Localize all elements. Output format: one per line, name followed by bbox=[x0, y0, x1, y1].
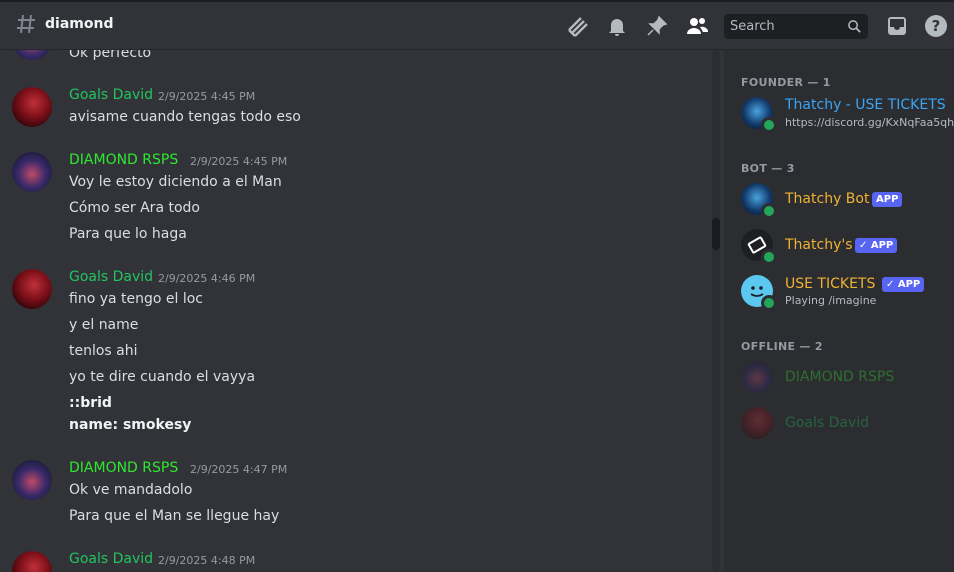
message-author[interactable]: Goals David bbox=[69, 551, 153, 567]
avatar bbox=[741, 361, 773, 393]
message-text: ::brid bbox=[69, 395, 112, 411]
avatar[interactable] bbox=[12, 87, 52, 127]
message-text: fino ya tengo el loc bbox=[69, 291, 204, 307]
help-icon[interactable]: ? bbox=[924, 14, 948, 38]
pin-icon[interactable] bbox=[645, 14, 669, 38]
member-list-icon[interactable] bbox=[685, 14, 709, 38]
message-text: y el name bbox=[69, 317, 139, 333]
message-text: tenlos ahi bbox=[69, 343, 138, 359]
inbox-icon[interactable] bbox=[885, 14, 909, 38]
message-timestamp: 2/9/2025 4:46 PM bbox=[158, 272, 256, 285]
message-author[interactable]: DIAMOND RSPS bbox=[69, 460, 178, 476]
section-header-founder: FOUNDER — 1 bbox=[741, 76, 831, 89]
message-text: Para que el Man se llegue hay bbox=[69, 508, 280, 524]
member-list: FOUNDER — 1 Thatchy - USE TICKETS https:… bbox=[724, 50, 954, 572]
section-header-bot: BOT — 3 bbox=[741, 162, 795, 175]
scrollbar-track[interactable] bbox=[712, 50, 720, 572]
verified-app-badge: ✓ APP bbox=[855, 238, 898, 253]
online-status-icon bbox=[761, 249, 777, 265]
online-status-icon bbox=[761, 117, 777, 133]
avatar bbox=[741, 407, 773, 439]
message-text: Ok ve mandadolo bbox=[69, 482, 193, 498]
section-header-offline: OFFLINE — 2 bbox=[741, 340, 823, 353]
notification-bell-icon[interactable] bbox=[605, 14, 629, 38]
search-box[interactable] bbox=[724, 14, 868, 39]
message-author[interactable]: Goals David bbox=[69, 269, 153, 285]
message-text: avisame cuando tengas todo eso bbox=[69, 109, 301, 125]
member-name: Thatchy Bot bbox=[785, 191, 870, 207]
member-name: Thatchy - USE TICKETS bbox=[785, 97, 946, 113]
avatar[interactable] bbox=[12, 152, 52, 192]
member-name: Goals David bbox=[785, 415, 870, 431]
message-author[interactable]: Goals David bbox=[69, 87, 153, 103]
avatar[interactable] bbox=[12, 551, 52, 572]
member-name: Thatchy's bbox=[785, 237, 853, 253]
avatar[interactable] bbox=[12, 460, 52, 500]
threads-icon[interactable] bbox=[565, 14, 589, 38]
message-timestamp: 2/9/2025 4:48 PM bbox=[158, 554, 256, 567]
message-text: Ok perfecto bbox=[69, 50, 152, 61]
verified-app-badge: ✓ APP bbox=[882, 277, 925, 292]
avatar[interactable] bbox=[12, 50, 52, 60]
search-icon bbox=[848, 20, 861, 33]
online-status-icon bbox=[761, 203, 777, 219]
search-input[interactable] bbox=[724, 14, 854, 39]
message-author[interactable]: DIAMOND RSPS bbox=[69, 152, 178, 168]
message-list[interactable]: Ok perfecto Goals David 2/9/2025 4:45 PM… bbox=[0, 50, 724, 572]
hashtag-icon bbox=[17, 14, 35, 34]
message-text: Para que lo haga bbox=[69, 226, 187, 242]
message-timestamp: 2/9/2025 4:47 PM bbox=[190, 463, 288, 476]
channel-header: diamond ? bbox=[0, 0, 954, 50]
avatar[interactable] bbox=[12, 269, 52, 309]
message-timestamp: 2/9/2025 4:45 PM bbox=[158, 90, 256, 103]
message-text: Cómo ser Ara todo bbox=[69, 200, 200, 216]
member-activity: https://discord.gg/KxNqFaa5qh bbox=[785, 116, 954, 129]
online-status-icon bbox=[761, 295, 777, 311]
message-text: yo te dire cuando el vayya bbox=[69, 369, 256, 385]
app-badge: APP bbox=[872, 192, 903, 207]
channel-title: diamond bbox=[45, 16, 114, 32]
scrollbar-thumb[interactable] bbox=[712, 218, 720, 250]
member-name: DIAMOND RSPS bbox=[785, 369, 895, 385]
message-timestamp: 2/9/2025 4:45 PM bbox=[190, 155, 288, 168]
member-name: USE TICKETS bbox=[785, 276, 876, 292]
message-text: name: smokesy bbox=[69, 417, 192, 433]
member-activity: Playing /imagine bbox=[785, 294, 877, 307]
message-text: Voy le estoy diciendo a el Man bbox=[69, 174, 282, 190]
svg-text:?: ? bbox=[932, 17, 941, 35]
